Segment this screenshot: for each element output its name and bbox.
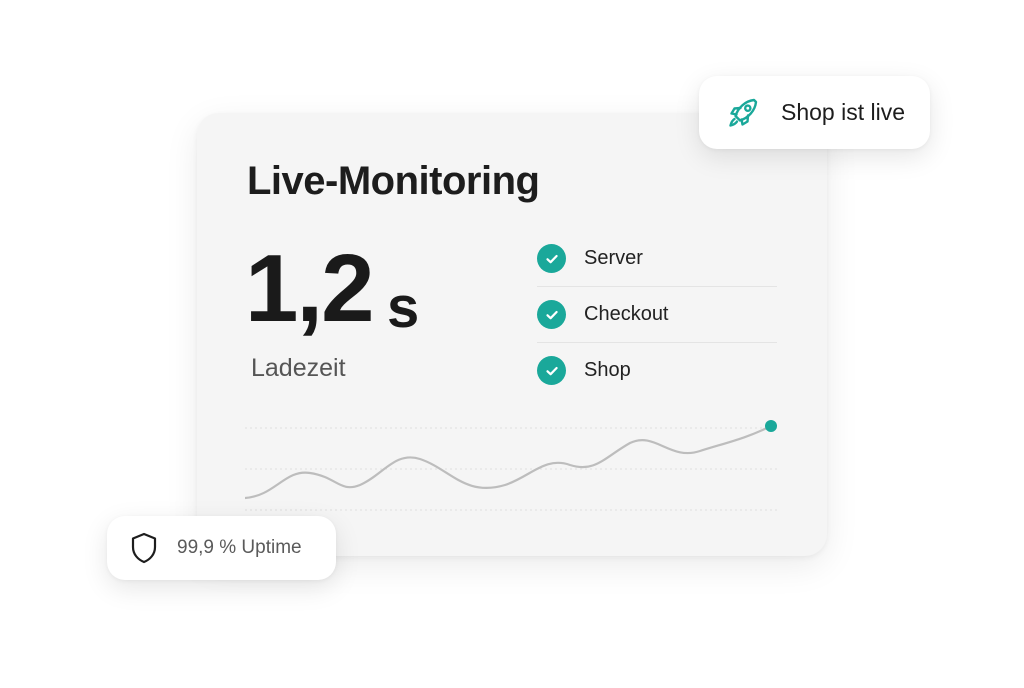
- check-icon: [537, 244, 566, 273]
- status-item-server: Server: [537, 231, 777, 287]
- shop-live-text: Shop ist live: [781, 99, 906, 125]
- card-title: Live-Monitoring: [247, 159, 540, 203]
- load-time-label: Ladezeit: [251, 354, 346, 382]
- stage: Live-Monitoring 1,2 s Ladezeit Server Ch…: [0, 0, 1024, 688]
- uptime-badge: 99,9 % Uptime: [107, 516, 336, 580]
- load-time-unit: s: [387, 275, 420, 340]
- shop-live-badge: Shop ist live: [699, 76, 930, 149]
- monitoring-card: Live-Monitoring 1,2 s Ladezeit Server Ch…: [197, 113, 827, 556]
- sparkline-path: [245, 424, 773, 500]
- sparkline-endpoint: [765, 420, 777, 432]
- status-item-checkout: Checkout: [537, 287, 777, 343]
- shield-icon: [129, 531, 159, 565]
- load-time-sparkline: [245, 420, 777, 511]
- status-label: Shop: [584, 359, 631, 381]
- status-label: Checkout: [584, 303, 669, 325]
- load-time-value: 1,2: [245, 235, 374, 342]
- status-item-shop: Shop: [537, 343, 777, 398]
- check-icon: [537, 300, 566, 329]
- status-list: Server Checkout Shop: [537, 231, 777, 398]
- rocket-icon: [723, 93, 763, 133]
- uptime-text: 99,9 % Uptime: [177, 537, 302, 558]
- check-icon: [537, 356, 566, 385]
- status-label: Server: [584, 247, 643, 269]
